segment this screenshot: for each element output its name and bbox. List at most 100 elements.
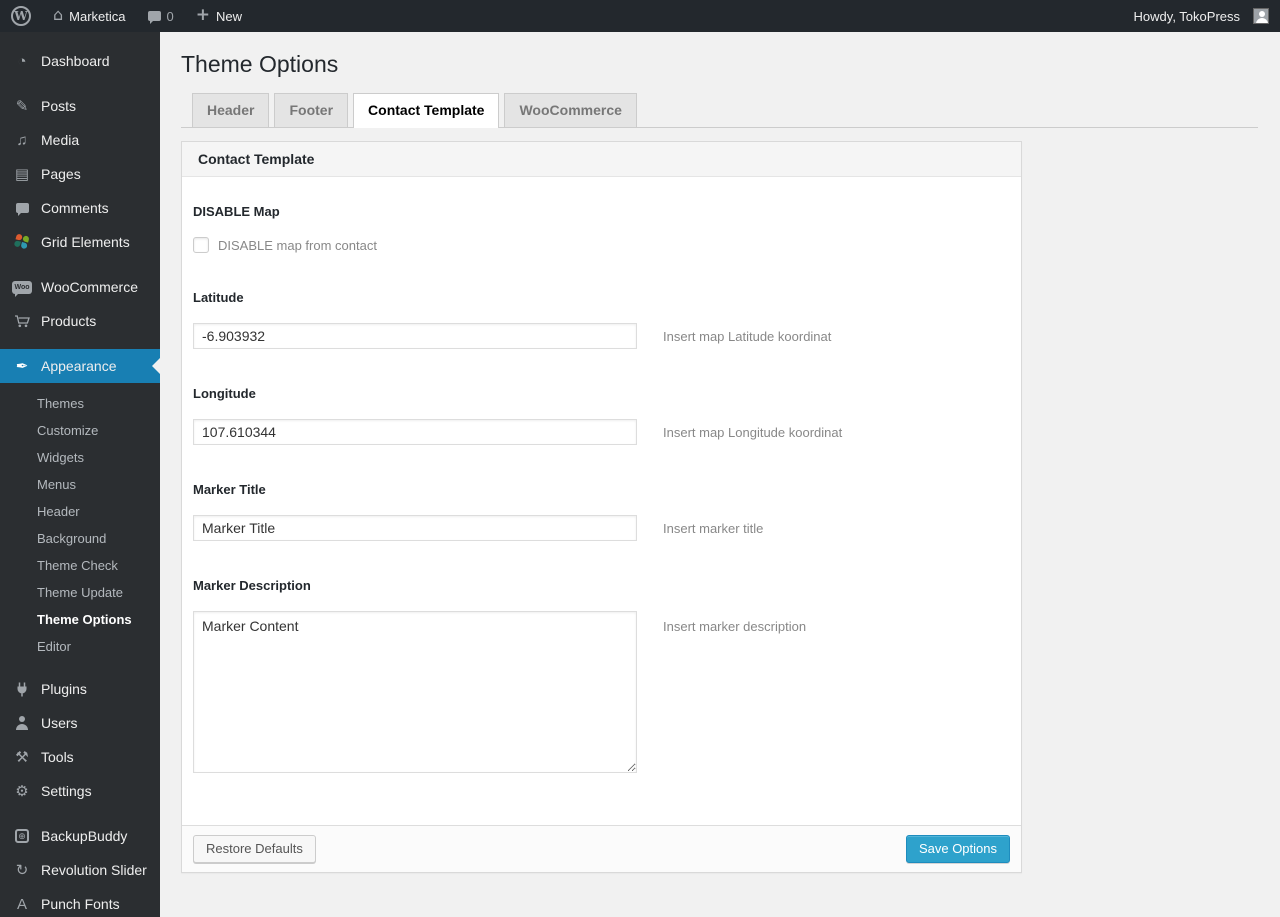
sidebar-item-label: Pages [41, 166, 81, 182]
wordpress-logo-icon: W [11, 6, 31, 26]
submenu-item-themes[interactable]: Themes [0, 390, 160, 417]
marker-description-label: Marker Description [193, 578, 311, 593]
sidebar-item-plugins[interactable]: Plugins [0, 672, 160, 706]
sidebar-item-label: Media [41, 132, 80, 148]
woocommerce-icon: Woo [12, 280, 32, 297]
submenu-item-editor[interactable]: Editor [0, 633, 160, 660]
disable-map-field-group: DISABLE Map DISABLE map from contact [193, 204, 1006, 253]
sidebar-item-label: Comments [41, 200, 109, 216]
disable-map-checkbox-label: DISABLE map from contact [218, 237, 377, 253]
submenu-item-menus[interactable]: Menus [0, 471, 160, 498]
marker-title-help-text: Insert marker title [663, 521, 764, 536]
site-name-menu[interactable]: ⌂ Marketica [42, 0, 137, 32]
submenu-item-theme-options[interactable]: Theme Options [0, 606, 160, 633]
marker-title-label: Marker Title [193, 482, 266, 497]
submenu-item-theme-update[interactable]: Theme Update [0, 579, 160, 606]
media-icon: ♫ [16, 131, 28, 149]
cart-icon [12, 313, 32, 329]
submenu-item-customize[interactable]: Customize [0, 417, 160, 444]
submenu-item-widgets[interactable]: Widgets [0, 444, 160, 471]
submenu-item-background[interactable]: Background [0, 525, 160, 552]
longitude-input[interactable] [193, 419, 637, 445]
howdy-label: Howdy, TokoPress [1133, 8, 1240, 24]
sidebar-item-label: Revolution Slider [41, 862, 147, 878]
sidebar-item-dashboard[interactable]: ◔ Dashboard [0, 44, 160, 78]
tools-wrench-icon: ⚒ [15, 748, 29, 766]
appearance-brush-icon: ✒ [15, 357, 29, 375]
wordpress-logo-menu[interactable]: W [0, 0, 42, 32]
sidebar-item-label: Grid Elements [41, 234, 130, 250]
dashboard-icon: ◔ [17, 52, 27, 70]
longitude-label: Longitude [193, 386, 256, 401]
settings-icon: ⚙ [15, 782, 29, 800]
sidebar-item-settings[interactable]: ⚙ Settings [0, 774, 160, 808]
sidebar-item-label: WooCommerce [41, 279, 138, 295]
tab-bar: Header Footer Contact Template WooCommer… [181, 93, 1258, 128]
disable-map-checkbox[interactable] [193, 237, 209, 253]
backupbuddy-icon: ⊕ [12, 829, 32, 843]
plugin-icon [12, 681, 32, 697]
pages-icon: ▤ [14, 165, 30, 183]
sidebar-item-label: Users [41, 715, 78, 731]
main-content: Theme Options Header Footer Contact Temp… [160, 32, 1280, 917]
sidebar-item-pages[interactable]: ▤ Pages [0, 157, 160, 191]
punch-fonts-icon: A [16, 895, 27, 913]
disable-map-label: DISABLE Map [193, 204, 280, 219]
latitude-help-text: Insert map Latitude koordinat [663, 329, 832, 344]
posts-icon: ✎ [15, 97, 29, 115]
comments-menu[interactable]: 0 [137, 0, 185, 32]
sidebar-item-label: Dashboard [41, 53, 110, 69]
sidebar-item-backupbuddy[interactable]: ⊕ BackupBuddy [0, 819, 160, 853]
sidebar-item-products[interactable]: Products [0, 304, 160, 338]
tab-header[interactable]: Header [192, 93, 270, 127]
marker-description-field-group: Marker Description Marker Content Insert… [193, 578, 1006, 773]
sidebar-item-label: Posts [41, 98, 77, 114]
sidebar-item-grid-elements[interactable]: Grid Elements [0, 225, 160, 259]
plus-icon: + [195, 4, 210, 25]
latitude-input[interactable] [193, 323, 637, 349]
user-icon [12, 716, 32, 730]
comment-bubble-icon [147, 11, 161, 24]
grid-elements-icon [12, 233, 32, 250]
sidebar-item-label: Plugins [41, 681, 87, 697]
sidebar-item-punch-fonts[interactable]: A Punch Fonts [0, 887, 160, 917]
sidebar-item-tools[interactable]: ⚒ Tools [0, 740, 160, 774]
tab-footer[interactable]: Footer [274, 93, 349, 127]
contact-template-panel: Contact Template DISABLE Map DISABLE map… [181, 141, 1022, 873]
longitude-help-text: Insert map Longitude koordinat [663, 425, 843, 440]
sidebar-item-label: Products [41, 313, 97, 329]
tab-contact-template[interactable]: Contact Template [353, 93, 500, 128]
avatar [1253, 8, 1269, 24]
sidebar-item-label: Punch Fonts [41, 896, 120, 912]
panel-body: DISABLE Map DISABLE map from contact Lat… [182, 177, 1021, 825]
submenu-item-header[interactable]: Header [0, 498, 160, 525]
appearance-submenu: Themes Customize Widgets Menus Header Ba… [0, 383, 160, 672]
sidebar-item-label: BackupBuddy [41, 828, 128, 844]
account-menu[interactable]: Howdy, TokoPress [1123, 0, 1280, 32]
sidebar-item-comments[interactable]: Comments [0, 191, 160, 225]
sidebar-item-posts[interactable]: ✎ Posts [0, 89, 160, 123]
sidebar-item-woocommerce[interactable]: Woo WooCommerce [0, 270, 160, 304]
marker-title-input[interactable] [193, 515, 637, 541]
panel-title: Contact Template [182, 142, 1021, 177]
tab-woocommerce[interactable]: WooCommerce [504, 93, 637, 127]
comments-icon [12, 203, 32, 216]
submenu-item-theme-check[interactable]: Theme Check [0, 552, 160, 579]
revolution-slider-icon: ↻ [15, 861, 29, 879]
sidebar-item-revolution-slider[interactable]: ↻ Revolution Slider [0, 853, 160, 887]
sidebar-item-appearance[interactable]: ✒ Appearance [0, 349, 160, 383]
marker-description-textarea[interactable]: Marker Content [193, 611, 637, 773]
site-name-label: Marketica [69, 8, 126, 24]
sidebar-item-media[interactable]: ♫ Media [0, 123, 160, 157]
new-label: New [216, 8, 243, 24]
sidebar-item-label: Appearance [41, 358, 117, 374]
sidebar-item-label: Tools [41, 749, 74, 765]
longitude-field-group: Longitude Insert map Longitude koordinat [193, 386, 1006, 445]
new-content-menu[interactable]: + New [185, 0, 253, 32]
restore-defaults-button[interactable]: Restore Defaults [193, 835, 316, 863]
comment-count: 0 [166, 8, 174, 24]
sidebar-item-users[interactable]: Users [0, 706, 160, 740]
save-options-button[interactable]: Save Options [905, 835, 1010, 863]
panel-footer: Restore Defaults Save Options [182, 825, 1021, 872]
admin-sidebar: ◔ Dashboard ✎ Posts ♫ Media ▤ Pages Comm… [0, 32, 160, 917]
